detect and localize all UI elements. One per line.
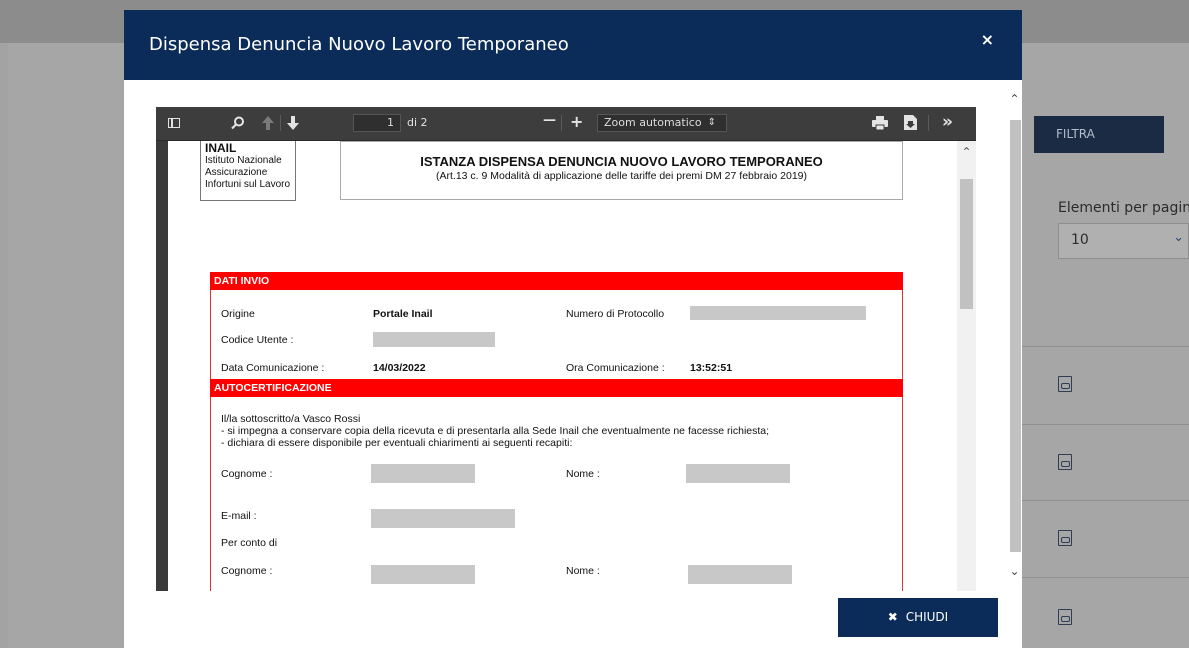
document-title-box: ISTANZA DISPENSA DENUNCIA NUOVO LAVORO T… bbox=[340, 141, 903, 200]
zoom-select-value: Zoom automatico bbox=[604, 116, 702, 129]
section-header-dati-invio: DATI INVIO bbox=[210, 272, 903, 290]
origine-value: Portale Inail bbox=[373, 308, 433, 320]
redacted-field bbox=[690, 306, 866, 320]
download-icon[interactable] bbox=[904, 115, 917, 130]
zoom-out-button[interactable]: — bbox=[543, 113, 556, 128]
chevron-up-icon[interactable]: ⌃ bbox=[1007, 92, 1022, 110]
pdf-file-icon[interactable] bbox=[1058, 454, 1072, 470]
ora-comunicazione-value: 13:52:51 bbox=[690, 362, 733, 374]
autocert-line: - dichiara di essere disponibile per eve… bbox=[221, 437, 573, 449]
print-icon[interactable] bbox=[872, 116, 888, 130]
origine-label: Origine bbox=[221, 308, 255, 320]
page-number-input[interactable]: 1 bbox=[353, 114, 401, 132]
arrow-up-icon[interactable] bbox=[262, 116, 274, 130]
chevron-down-icon[interactable]: ⌄ bbox=[1007, 564, 1022, 582]
pdf-gutter bbox=[156, 141, 168, 591]
nome-label: Nome : bbox=[566, 565, 600, 577]
pdf-scrollbar[interactable]: ⌃ bbox=[957, 141, 976, 591]
row-divider bbox=[1022, 346, 1189, 347]
pdf-toolbar: 1 di 2 — + Zoom automatico ⇕ » bbox=[156, 107, 976, 141]
logo-name: INAIL bbox=[205, 141, 237, 155]
zoom-in-button[interactable]: + bbox=[570, 112, 583, 131]
data-comunicazione-label: Data Comunicazione : bbox=[221, 362, 325, 374]
toolbar-separator bbox=[280, 115, 281, 131]
ora-comunicazione-label: Ora Comunicazione : bbox=[566, 362, 665, 374]
search-icon[interactable] bbox=[231, 116, 245, 130]
codice-utente-label: Codice Utente : bbox=[221, 334, 294, 346]
nome-label: Nome : bbox=[566, 468, 600, 480]
modal-dialog: Dispensa Denuncia Nuovo Lavoro Temporane… bbox=[124, 10, 1022, 648]
document-subtitle: (Art.13 c. 9 Modalità di applicazione de… bbox=[435, 170, 807, 182]
toolbar-separator bbox=[928, 115, 929, 131]
sidebar-toggle-icon[interactable] bbox=[168, 118, 180, 128]
modal-title: Dispensa Denuncia Nuovo Lavoro Temporane… bbox=[149, 34, 569, 55]
scrollbar-thumb[interactable] bbox=[1010, 120, 1021, 552]
modal-scrollbar[interactable]: ⌃ ⌄ bbox=[1007, 92, 1022, 582]
close-button[interactable]: ✖ CHIUDI bbox=[838, 598, 998, 637]
redacted-field bbox=[371, 509, 515, 528]
modal-header: Dispensa Denuncia Nuovo Lavoro Temporane… bbox=[124, 10, 1022, 80]
arrow-down-icon[interactable] bbox=[287, 116, 299, 130]
chevron-down-icon: ⌄ bbox=[1173, 230, 1184, 245]
page-total: di 2 bbox=[407, 116, 428, 129]
close-icon[interactable]: × bbox=[981, 30, 994, 49]
redacted-field bbox=[371, 565, 475, 584]
scrollbar-thumb[interactable] bbox=[960, 179, 973, 309]
cognome-label: Cognome : bbox=[221, 565, 273, 577]
close-button-label: CHIUDI bbox=[905, 610, 949, 624]
close-icon: ✖ bbox=[887, 610, 898, 624]
row-divider bbox=[1022, 577, 1189, 578]
autocert-line: - si impegna a conservare copia della ri… bbox=[221, 425, 770, 437]
autocert-line: Il/la sottoscritto/a Vasco Rossi bbox=[221, 413, 361, 425]
cognome-label: Cognome : bbox=[221, 468, 273, 480]
email-label: E-mail : bbox=[221, 510, 257, 522]
per-conto-label: Per conto di bbox=[221, 537, 278, 549]
row-divider bbox=[1022, 424, 1189, 425]
inail-logo-block: INAIL Istituto Nazionale Assicurazione I… bbox=[200, 141, 296, 201]
protocollo-label: Numero di Protocollo bbox=[566, 308, 665, 320]
elements-per-page-label: Elementi per pagina bbox=[1058, 200, 1189, 216]
logo-line: Infortuni sul Lavoro bbox=[205, 179, 291, 190]
data-comunicazione-value: 14/03/2022 bbox=[373, 362, 426, 374]
redacted-field bbox=[688, 565, 792, 584]
elements-per-page-select[interactable]: 10 ⌄ bbox=[1058, 223, 1189, 259]
section-header-autocertificazione: AUTOCERTIFICAZIONE bbox=[210, 379, 903, 397]
more-tools-button[interactable]: » bbox=[942, 112, 953, 132]
pdf-file-icon[interactable] bbox=[1058, 609, 1072, 625]
filter-button[interactable]: FILTRA bbox=[1034, 116, 1164, 153]
redacted-field bbox=[686, 464, 790, 483]
pdf-file-icon[interactable] bbox=[1058, 530, 1072, 546]
chevron-up-icon[interactable]: ⌃ bbox=[957, 145, 976, 159]
elements-per-page-value: 10 bbox=[1071, 232, 1089, 248]
toolbar-separator bbox=[561, 115, 562, 131]
logo-line: Istituto Nazionale bbox=[205, 155, 282, 166]
logo-line: Assicurazione bbox=[205, 167, 268, 178]
zoom-select[interactable]: Zoom automatico ⇕ bbox=[597, 114, 727, 132]
redacted-field bbox=[373, 332, 495, 347]
pdf-file-icon[interactable] bbox=[1058, 376, 1072, 392]
document-title: ISTANZA DISPENSA DENUNCIA NUOVO LAVORO T… bbox=[420, 154, 823, 169]
row-divider bbox=[1022, 500, 1189, 501]
pdf-page: INAIL Istituto Nazionale Assicurazione I… bbox=[168, 141, 957, 591]
select-arrow-icon: ⇕ bbox=[707, 117, 716, 128]
pdf-viewer: 1 di 2 — + Zoom automatico ⇕ » INAIL Ist… bbox=[156, 107, 976, 591]
redacted-field bbox=[371, 464, 475, 483]
